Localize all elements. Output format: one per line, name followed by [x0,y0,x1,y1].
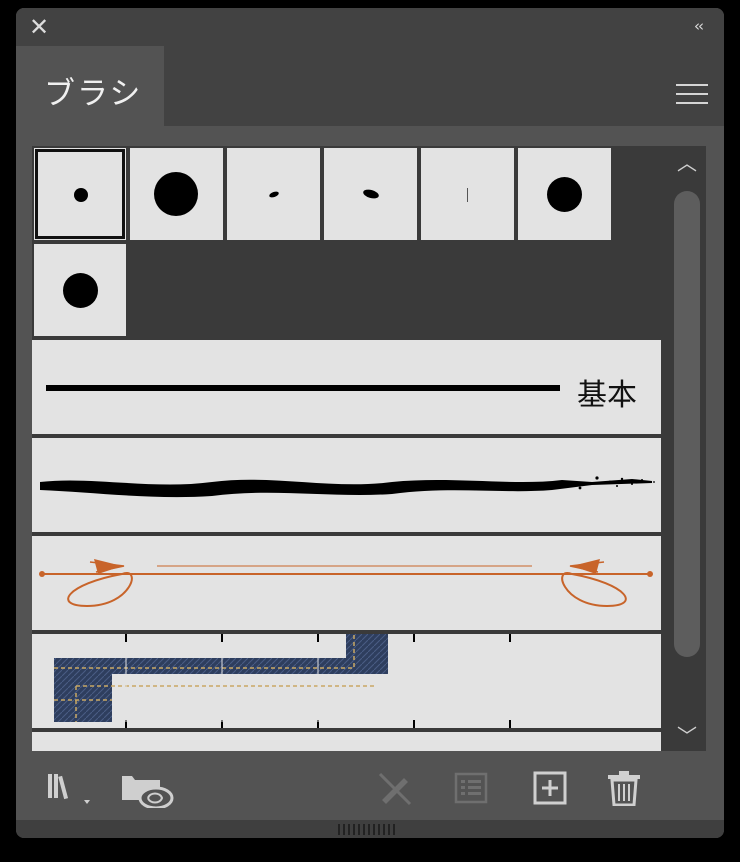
trash-icon[interactable] [606,770,646,807]
stroke-preview [46,385,560,391]
brush-tile-round-medium[interactable] [518,148,611,240]
panel-footer [16,756,724,818]
brushes-panel: ✕ ‹‹ ブラシ 基本 ︿ ﹀ [16,8,724,838]
brush-tip-icon [74,188,88,202]
brush-tile-small-dot[interactable] [34,148,126,240]
brush-tile-calligraphic-oval[interactable] [324,148,417,240]
brush-row-basic[interactable]: 基本 [32,340,661,434]
stroke-preview [40,476,655,498]
brush-tile-calligraphic-small[interactable] [227,148,320,240]
brush-tip-icon [154,172,198,216]
brush-row-partial[interactable] [32,732,661,751]
scrollbar[interactable]: ︿ ﹀ [669,146,706,751]
close-icon[interactable]: ✕ [26,14,52,40]
stroke-preview [39,559,653,608]
brush-library-icon[interactable] [48,770,90,806]
cc-library-icon[interactable] [120,770,176,810]
hamburger-menu-icon[interactable] [676,84,708,110]
scrollbar-thumb[interactable] [674,191,700,657]
brush-row-denim[interactable] [32,634,661,728]
remove-brush-stroke-icon[interactable] [376,770,416,806]
brush-tile-flat[interactable] [421,148,514,240]
brush-row-arrow[interactable] [32,536,661,630]
scroll-up-icon[interactable]: ︿ [676,152,698,174]
brush-tile-round-36[interactable] [34,244,126,336]
tab-brushes[interactable]: ブラシ [16,46,164,126]
brush-options-icon[interactable] [452,770,492,806]
brush-tip-icon [547,177,582,212]
brush-tip-icon [63,273,98,308]
stroke-preview [54,634,511,728]
brush-name: 基本 [577,378,637,413]
collapse-icon[interactable]: ‹‹ [694,17,704,35]
brush-tip-icon [467,188,468,202]
panel-titlebar: ✕ ‹‹ [16,8,724,46]
brush-tip-icon [268,190,280,199]
brush-row-charcoal[interactable] [32,438,661,532]
brush-tile-large-dot[interactable] [130,148,223,240]
brush-tip-icon [362,188,380,200]
scroll-down-icon[interactable]: ﹀ [676,725,698,747]
grip-lines [338,824,396,835]
new-brush-icon[interactable] [532,770,572,806]
tab-row: ブラシ [16,46,724,126]
tab-label: ブラシ [44,76,143,112]
brush-list: 基本 ︿ ﹀ [32,146,706,751]
resize-grip[interactable] [16,820,724,838]
